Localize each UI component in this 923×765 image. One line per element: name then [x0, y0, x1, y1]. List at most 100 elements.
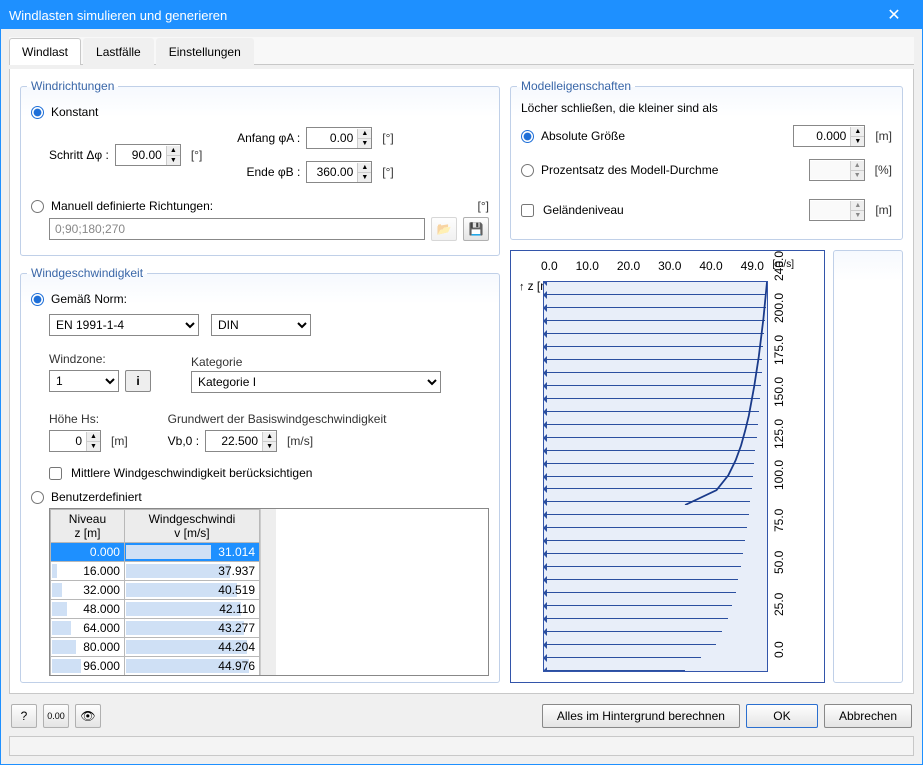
footer-bar: ? 0.00 👁 Alles im Hintergrund berechnen … [9, 698, 914, 730]
cell-v: 31.014 [124, 543, 259, 562]
cell-v: 44.976 [124, 657, 259, 676]
label-mean: Mittlere Windgeschwindigkeit berücksicht… [71, 466, 312, 480]
group-windgeschwindigkeit: Windgeschwindigkeit Gemäß Norm: EN 1991-… [20, 266, 500, 683]
help-icon[interactable]: ? [11, 704, 37, 728]
table-scrollbar[interactable] [260, 509, 276, 675]
left-column: Windrichtungen Konstant Schritt Δφ : ▲▼ [20, 79, 500, 683]
table-profile: Niveauz [m] Windgeschwindiv [m/s] 0.0003… [50, 509, 260, 675]
col-z: Niveauz [m] [51, 510, 125, 543]
titlebar: Windlasten simulieren und generieren ✕ [1, 1, 922, 29]
cell-z: 16.000 [51, 562, 125, 581]
input-vb[interactable] [206, 432, 262, 450]
label-kategorie: Kategorie [191, 355, 489, 369]
group-modell: Modelleigenschaften Löcher schließen, di… [510, 79, 903, 240]
table-row[interactable]: 80.00044.204 [51, 638, 260, 657]
input-hoehe[interactable] [50, 432, 86, 450]
spin-ende[interactable]: ▲▼ [306, 161, 372, 183]
radio-manuell[interactable] [31, 200, 44, 213]
unit-deg1: [°] [191, 148, 202, 162]
cell-z: 32.000 [51, 581, 125, 600]
select-annex[interactable]: DIN [211, 314, 311, 336]
excel-import-icon[interactable]: 📥 [139, 682, 165, 683]
table-row[interactable]: 32.00040.519 [51, 581, 260, 600]
status-bar [9, 736, 914, 756]
table-toolbar: 📂 💾 📊 📥 ▦ 🖩 [49, 682, 489, 683]
wind-profile-chart: 0.010.020.030.040.049.0 [m/s] ↑ z [m] 0.… [510, 250, 825, 683]
table-row[interactable]: 0.00031.014 [51, 543, 260, 562]
input-ende[interactable] [307, 163, 357, 181]
table-row[interactable]: 16.00037.937 [51, 562, 260, 581]
label-anfang: Anfang φA : [222, 131, 300, 145]
info-icon[interactable]: i [125, 370, 151, 392]
check-mean[interactable] [49, 467, 62, 480]
label-norm: Gemäß Norm: [51, 292, 127, 306]
save-icon[interactable]: 💾 [463, 217, 489, 241]
cell-z: 0.000 [51, 543, 125, 562]
spin-schritt[interactable]: ▲▼ [115, 144, 181, 166]
radio-pct[interactable] [521, 164, 534, 177]
spin-anfang[interactable]: ▲▼ [306, 127, 372, 149]
client-area: Windlast Lastfälle Einstellungen Windric… [1, 29, 922, 764]
right-column: Modelleigenschaften Löcher schließen, di… [510, 79, 903, 683]
units-icon[interactable]: 0.00 [43, 704, 69, 728]
radio-user[interactable] [31, 491, 44, 504]
spin-hoehe[interactable]: ▲▼ [49, 430, 101, 452]
button-calc-bg[interactable]: Alles im Hintergrund berechnen [542, 704, 740, 728]
input-pct[interactable] [810, 161, 850, 179]
tab-windlast[interactable]: Windlast [9, 38, 81, 65]
select-windzone[interactable]: 1 [49, 370, 119, 392]
dialog-window: Windlasten simulieren und generieren ✕ W… [0, 0, 923, 765]
eye-icon[interactable]: 👁 [75, 704, 101, 728]
cell-z: 80.000 [51, 638, 125, 657]
calculator-icon[interactable]: 🖩 [199, 682, 225, 683]
input-schritt[interactable] [116, 146, 166, 164]
spin-terrain[interactable]: ▲▼ [809, 199, 865, 221]
tab-lastfaelle[interactable]: Lastfälle [83, 38, 154, 65]
chart-y-ticks: 0.025.050.075.0100.0125.0150.0175.0200.0… [772, 281, 794, 672]
table-row[interactable]: 96.00044.976 [51, 657, 260, 676]
button-ok[interactable]: OK [746, 704, 818, 728]
label-konstant: Konstant [51, 105, 98, 119]
label-windzone: Windzone: [49, 352, 151, 366]
legend-windgeschw: Windgeschwindigkeit [27, 266, 147, 280]
table-row[interactable]: 64.00043.277 [51, 619, 260, 638]
legend-modell: Modelleigenschaften [517, 79, 635, 93]
col-v: Windgeschwindiv [m/s] [124, 510, 259, 543]
cell-v: 37.937 [124, 562, 259, 581]
table-row[interactable]: 48.00042.110 [51, 600, 260, 619]
input-manuell[interactable] [49, 218, 425, 240]
button-cancel[interactable]: Abbrechen [824, 704, 912, 728]
label-terrain: Geländeniveau [543, 203, 624, 217]
cell-v: 44.204 [124, 638, 259, 657]
select-norm[interactable]: EN 1991-1-4 [49, 314, 199, 336]
input-anfang[interactable] [307, 129, 357, 147]
close-icon[interactable]: ✕ [874, 5, 914, 25]
tab-content: Windrichtungen Konstant Schritt Δφ : ▲▼ [9, 69, 914, 694]
check-terrain[interactable] [521, 204, 534, 217]
cell-v: 40.519 [124, 581, 259, 600]
folder-open-icon[interactable]: 📂 [49, 682, 75, 683]
spin-abs[interactable]: ▲▼ [793, 125, 865, 147]
tab-einstellungen[interactable]: Einstellungen [156, 38, 254, 65]
tab-bar: Windlast Lastfälle Einstellungen [9, 37, 914, 65]
label-vb0: Vb,0 : [168, 434, 199, 448]
spin-arrows[interactable]: ▲▼ [166, 146, 180, 165]
label-abs: Absolute Größe [541, 129, 625, 143]
excel-export-icon[interactable]: 📊 [109, 682, 135, 683]
input-abs[interactable] [794, 127, 850, 145]
radio-abs[interactable] [521, 130, 534, 143]
cell-v: 42.110 [124, 600, 259, 619]
spin-vb[interactable]: ▲▼ [205, 430, 277, 452]
open-icon[interactable]: 📂 [431, 217, 457, 241]
label-holes: Löcher schließen, die kleiner sind als [521, 101, 892, 115]
select-kategorie[interactable]: Kategorie I [191, 371, 441, 393]
columns-icon[interactable]: ▦ [169, 682, 195, 683]
disk-save-icon[interactable]: 💾 [79, 682, 105, 683]
chart-sidebar [833, 250, 903, 683]
radio-konstant[interactable] [31, 106, 44, 119]
radio-norm[interactable] [31, 293, 44, 306]
label-schritt: Schritt Δφ : [49, 148, 109, 162]
spin-pct[interactable]: ▲▼ [809, 159, 865, 181]
label-pct: Prozentsatz des Modell-Durchme [541, 163, 718, 177]
input-terrain[interactable] [810, 201, 850, 219]
